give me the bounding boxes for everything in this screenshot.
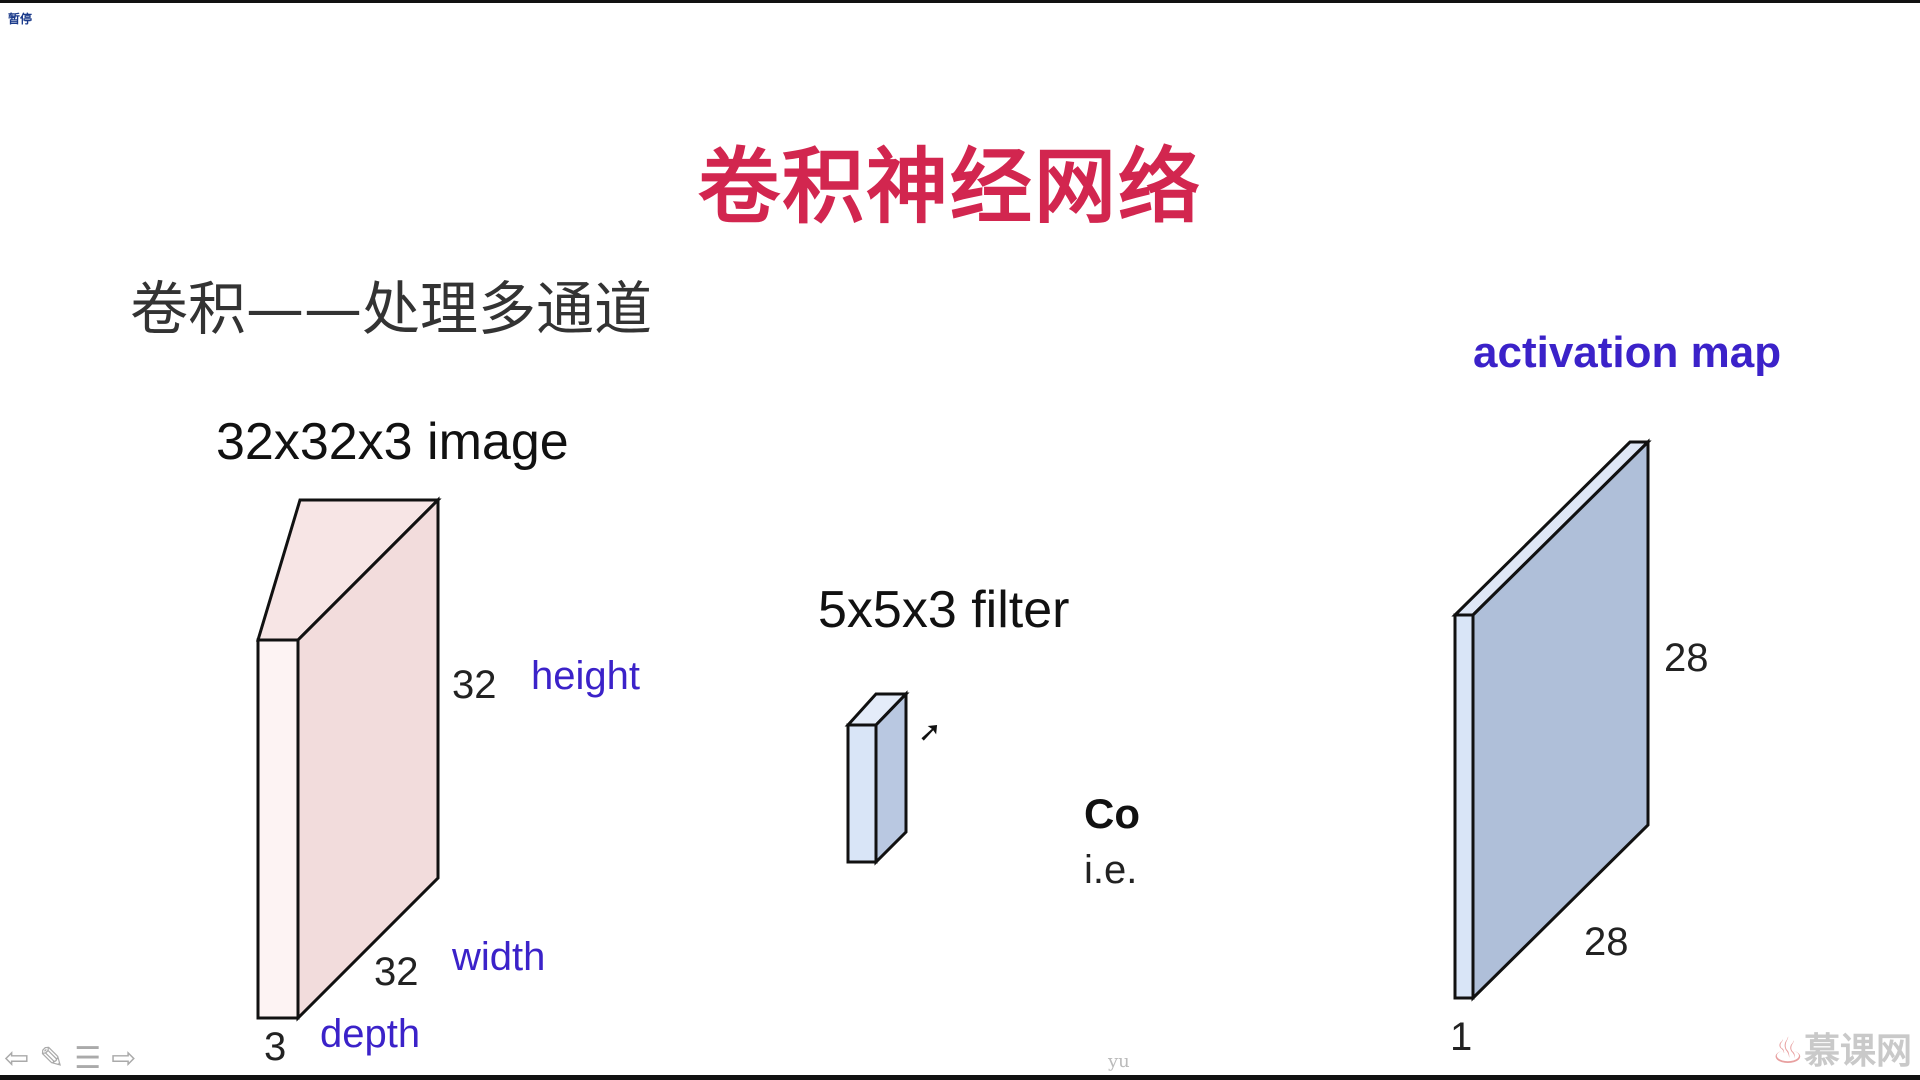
image-height-number: 32 [452, 663, 497, 707]
image-volume [255, 496, 442, 1022]
image-height-word: height [531, 654, 640, 698]
brand-logo: ♨慕课网 [1772, 1022, 1912, 1074]
activation-map-label: activation map [1473, 328, 1782, 377]
filter-label: 5x5x3 filter [818, 581, 1070, 639]
image-width-word: width [452, 935, 546, 979]
image-depth-number: 3 [264, 1025, 287, 1069]
image-label: 32x32x3 image [216, 413, 569, 471]
menu-icon[interactable]: ☰ [74, 1044, 101, 1074]
flame-icon: ♨ [1771, 1031, 1804, 1072]
filter-side-face [874, 690, 908, 866]
filter-front-face [846, 723, 878, 864]
filter-volume [844, 690, 910, 866]
brand-logo-text: 慕课网 [1803, 1031, 1912, 1072]
activation-depth-number: 1 [1450, 1015, 1473, 1059]
image-front-face [256, 638, 300, 1020]
diagram-shapes [255, 438, 1652, 1022]
back-arrow-icon[interactable]: ⇦ [4, 1044, 29, 1074]
pen-icon[interactable]: ✎ [39, 1044, 64, 1074]
convolve-text-partial: Co [1084, 790, 1140, 837]
activation-height-number: 28 [1664, 636, 1709, 680]
player-controls: ⇦ ✎ ☰ ⇨ [4, 1044, 136, 1074]
forward-arrow-icon[interactable]: ⇨ [111, 1044, 136, 1074]
watermark-text: yu [1108, 1051, 1130, 1072]
activation-front-face [1453, 613, 1475, 1000]
cursor-icon: ➚ [918, 715, 942, 748]
convolve-subtext-partial: i.e. [1084, 848, 1138, 892]
image-depth-word: depth [320, 1012, 421, 1056]
image-width-number: 32 [374, 950, 419, 994]
activation-volume [1451, 438, 1652, 1002]
activation-width-number: 28 [1584, 920, 1629, 964]
bottom-border [0, 1075, 1920, 1080]
